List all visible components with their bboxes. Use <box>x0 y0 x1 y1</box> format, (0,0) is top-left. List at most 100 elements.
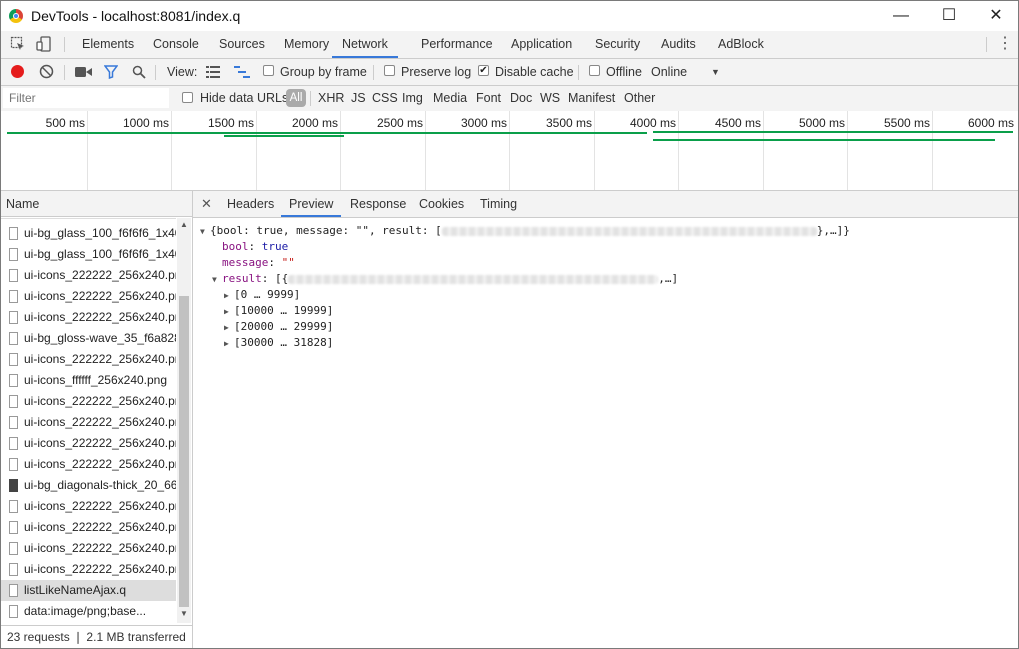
filter-type-ws[interactable]: WS <box>540 86 560 111</box>
tab-application[interactable]: Application <box>511 31 572 58</box>
tick-label: 1500 ms <box>207 116 254 130</box>
throttling-select[interactable]: Online ▼ <box>651 59 726 85</box>
request-summary: 23 requests ❘ 2.1 MB transferred <box>1 625 192 648</box>
table-row[interactable]: ui-icons_222222_256x240.pn <box>1 433 176 454</box>
filter-type-doc[interactable]: Doc <box>510 86 532 111</box>
filter-type-css[interactable]: CSS <box>372 86 398 111</box>
tab-adblock[interactable]: AdBlock <box>718 31 764 58</box>
tab-security[interactable]: Security <box>595 31 640 58</box>
capture-screenshots-icon[interactable] <box>75 66 92 78</box>
tab-console[interactable]: Console <box>153 31 199 58</box>
tab-headers[interactable]: Headers <box>227 191 274 217</box>
search-icon[interactable] <box>132 65 146 79</box>
inspect-element-icon[interactable] <box>10 36 26 52</box>
table-row[interactable]: ui-icons_222222_256x240.pn <box>1 265 176 286</box>
disable-cache-checkbox[interactable]: ✔ <box>478 65 489 76</box>
scrollbar[interactable]: ▲ ▼ <box>177 218 191 623</box>
tick-label: 2000 ms <box>291 116 338 130</box>
json-key: bool <box>222 240 249 253</box>
tab-memory[interactable]: Memory <box>284 31 329 58</box>
offline-checkbox[interactable] <box>589 65 600 76</box>
divider <box>310 91 311 106</box>
filter-type-js[interactable]: JS <box>351 86 366 111</box>
expanded-triangle-icon: ▼ <box>212 275 217 284</box>
filter-type-other[interactable]: Other <box>624 86 655 111</box>
tab-audits[interactable]: Audits <box>661 31 696 58</box>
maximize-button[interactable]: ☐ <box>926 1 972 31</box>
result-prefix: [{ <box>275 272 289 285</box>
table-row[interactable]: ui-icons_222222_256x240.pn <box>1 517 176 538</box>
filter-type-font[interactable]: Font <box>476 86 501 111</box>
request-name: ui-bg_glass_100_f6f6f6_1x40 <box>24 226 176 240</box>
filter-type-xhr[interactable]: XHR <box>318 86 344 111</box>
tick-line <box>87 111 88 190</box>
file-icon <box>9 605 18 619</box>
tick-line <box>509 111 510 190</box>
name-column-header[interactable]: Name <box>1 191 192 217</box>
table-row[interactable]: ui-icons_222222_256x240.pn <box>1 454 176 475</box>
filter-icon[interactable] <box>104 65 118 79</box>
request-name: ui-icons_222222_256x240.pn <box>24 436 176 450</box>
file-icon <box>9 374 18 388</box>
tab-network[interactable]: Network <box>332 31 398 58</box>
more-options-icon[interactable]: ⋮ <box>997 35 1013 53</box>
group-by-frame-checkbox[interactable] <box>263 65 274 76</box>
disable-cache-label: Disable cache <box>495 65 574 79</box>
device-toolbar-icon[interactable] <box>36 36 52 52</box>
scroll-down-icon[interactable]: ▼ <box>177 609 191 618</box>
table-row[interactable]: ui-icons_222222_256x240.pn <box>1 559 176 580</box>
preserve-log-checkbox[interactable] <box>384 65 395 76</box>
table-row[interactable]: ui-icons_222222_256x240.pn <box>1 496 176 517</box>
filter-type-img[interactable]: Img <box>402 86 423 111</box>
table-row[interactable]: ui-icons_222222_256x240.pn <box>1 307 176 328</box>
json-property-result[interactable]: ▼ result: [{,…] <box>212 271 678 287</box>
tab-preview[interactable]: Preview <box>281 191 342 217</box>
tick-label: 2500 ms <box>376 116 423 130</box>
json-range-1[interactable]: ▶ [10000 … 19999] <box>224 303 333 319</box>
clear-icon[interactable] <box>39 64 54 79</box>
tick-label: 3500 ms <box>545 116 592 130</box>
offline-label: Offline <box>606 65 642 79</box>
table-row[interactable]: ui-icons_222222_256x240.pn <box>1 412 176 433</box>
table-row[interactable]: ui-bg_diagonals-thick_20_66 <box>1 475 176 496</box>
filter-type-manifest[interactable]: Manifest <box>568 86 615 111</box>
waterfall-icon[interactable] <box>234 66 250 78</box>
large-rows-icon[interactable] <box>206 66 220 78</box>
filter-input[interactable] <box>3 88 169 108</box>
tab-performance[interactable]: Performance <box>421 31 493 58</box>
filter-type-all[interactable]: All <box>286 89 306 107</box>
filter-type-media[interactable]: Media <box>433 86 467 111</box>
tab-timing[interactable]: Timing <box>480 191 517 217</box>
request-name: ui-icons_222222_256x240.pn <box>24 520 176 534</box>
table-row[interactable]: ui-icons_222222_256x240.pn <box>1 538 176 559</box>
table-row[interactable] <box>1 218 176 219</box>
table-row[interactable]: ui-icons_ffffff_256x240.png <box>1 370 176 391</box>
json-range-0[interactable]: ▶ [0 … 9999] <box>224 287 300 303</box>
tab-elements[interactable]: Elements <box>82 31 134 58</box>
tab-response[interactable]: Response <box>350 191 406 217</box>
table-row[interactable]: ui-bg_gloss-wave_35_f6a828 <box>1 328 176 349</box>
close-window-button[interactable]: ✕ <box>973 1 1018 31</box>
throttling-value: Online <box>651 65 688 79</box>
tab-cookies[interactable]: Cookies <box>419 191 464 217</box>
table-row[interactable]: ui-icons_222222_256x240.pn <box>1 391 176 412</box>
table-row[interactable]: ui-bg_glass_100_f6f6f6_1x40 <box>1 223 176 244</box>
table-row[interactable]: ui-icons_222222_256x240.pn <box>1 286 176 307</box>
scroll-up-icon[interactable]: ▲ <box>177 220 191 229</box>
divider <box>373 65 374 80</box>
json-root[interactable]: ▼ {bool: true, message: "", result: [},…]… <box>200 223 850 239</box>
table-row[interactable]: ui-icons_222222_256x240.pn <box>1 349 176 370</box>
network-overview[interactable]: 500 ms 1000 ms 1500 ms 2000 ms 2500 ms 3… <box>1 111 1018 191</box>
table-row-selected[interactable]: listLikeNameAjax.q <box>1 580 176 601</box>
table-row[interactable]: data:image/png;base... <box>1 601 176 622</box>
table-row[interactable]: ui-bg_glass_100_f6f6f6_1x40 <box>1 244 176 265</box>
scrollbar-thumb[interactable] <box>179 296 189 607</box>
json-range-2[interactable]: ▶ [20000 … 29999] <box>224 319 333 335</box>
minimize-button[interactable]: — <box>878 1 924 31</box>
hide-data-urls-checkbox[interactable] <box>182 92 193 103</box>
json-range-3[interactable]: ▶ [30000 … 31828] <box>224 335 333 351</box>
close-icon[interactable]: ✕ <box>201 191 212 217</box>
record-icon[interactable] <box>11 65 24 78</box>
file-icon <box>9 311 18 325</box>
tab-sources[interactable]: Sources <box>219 31 265 58</box>
